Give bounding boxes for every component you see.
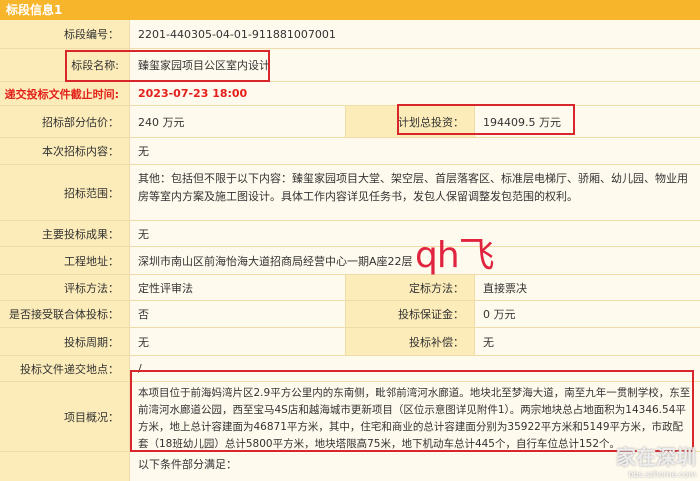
label-address: 工程地址： xyxy=(0,247,130,274)
label-overview: 项目概况： xyxy=(0,382,130,451)
value-deadline: 2023-07-23 18:00 xyxy=(130,82,700,105)
value-bid-no: 2201-440305-04-01-911881007001 xyxy=(130,20,700,48)
row-consortium: 是否接受联合体投标： 否 投标保证金： 0 万元 xyxy=(0,301,700,328)
label-estimate: 招标部分估价： xyxy=(0,106,130,137)
row-estimate: 招标部分估价： 240 万元 计划总投资： 194409.5 万元 xyxy=(0,106,700,138)
value-location: / xyxy=(130,356,700,381)
row-results: 主要投标成果： 无 xyxy=(0,221,700,247)
row-address: 工程地址： 深圳市南山区前海怡海大道招商局经营中心一期A座22层 xyxy=(0,247,700,275)
label-bid-name: 标段名称: xyxy=(0,49,130,81)
label-total-investment: 计划总投资： xyxy=(345,106,475,137)
watermark: 家在深圳 bbs.szhome.com xyxy=(598,441,696,479)
value-total-investment: 194409.5 万元 xyxy=(475,106,700,137)
watermark-url: bbs.szhome.com xyxy=(628,470,696,479)
row-bid-no: 标段编号： 2201-440305-04-01-911881007001 xyxy=(0,20,700,49)
label-decision-method: 定标方法： xyxy=(345,275,475,300)
row-deadline: 递交投标文件截止时间: 2023-07-23 18:00 xyxy=(0,82,700,106)
row-overview: 项目概况： 本项目位于前海妈湾片区2.9平方公里内的东南侧，毗邻前湾河水廊道。地… xyxy=(0,382,700,452)
label-deadline: 递交投标文件截止时间: xyxy=(0,82,130,105)
label-results: 主要投标成果： xyxy=(0,221,130,246)
row-period: 投标周期： 无 投标补偿： 无 xyxy=(0,328,700,356)
value-decision-method: 直接票决 xyxy=(475,275,700,300)
value-content: 无 xyxy=(130,138,700,164)
watermark-brand: 家在深圳 xyxy=(616,445,696,469)
row-location: 投标文件递交地点： / xyxy=(0,356,700,382)
label-scope: 招标范围： xyxy=(0,165,130,220)
label-bid-bond: 投标保证金： xyxy=(345,301,475,327)
value-compensation: 无 xyxy=(475,328,700,355)
row-method: 评标方法： 定性评审法 定标方法： 直接票决 xyxy=(0,275,700,301)
row-content: 本次招标内容： 无 xyxy=(0,138,700,165)
value-bid-name: 臻玺家园项目公区室内设计 xyxy=(130,49,700,81)
label-method: 评标方法： xyxy=(0,275,130,300)
label-consortium: 是否接受联合体投标： xyxy=(0,301,130,327)
value-bid-bond: 0 万元 xyxy=(475,301,700,327)
value-scope: 其他：包括但不限于以下内容：臻玺家园项目大堂、架空层、首层落客区、标准层电梯厅、… xyxy=(130,165,700,220)
section-header: 标段信息1 xyxy=(0,0,700,20)
label-conditions xyxy=(0,452,130,481)
label-bid-no: 标段编号： xyxy=(0,20,130,48)
handwritten-annotation: qh飞 xyxy=(415,235,495,276)
label-period: 投标周期： xyxy=(0,328,130,355)
row-conditions: 以下条件部分满足： xyxy=(0,452,700,481)
row-scope: 招标范围： 其他：包括但不限于以下内容：臻玺家园项目大堂、架空层、首层落客区、标… xyxy=(0,165,700,221)
label-content: 本次招标内容： xyxy=(0,138,130,164)
row-bid-name: 标段名称: 臻玺家园项目公区室内设计 xyxy=(0,49,700,82)
label-compensation: 投标补偿： xyxy=(345,328,475,355)
section-title: 标段信息1 xyxy=(6,3,63,17)
label-location: 投标文件递交地点： xyxy=(0,356,130,381)
